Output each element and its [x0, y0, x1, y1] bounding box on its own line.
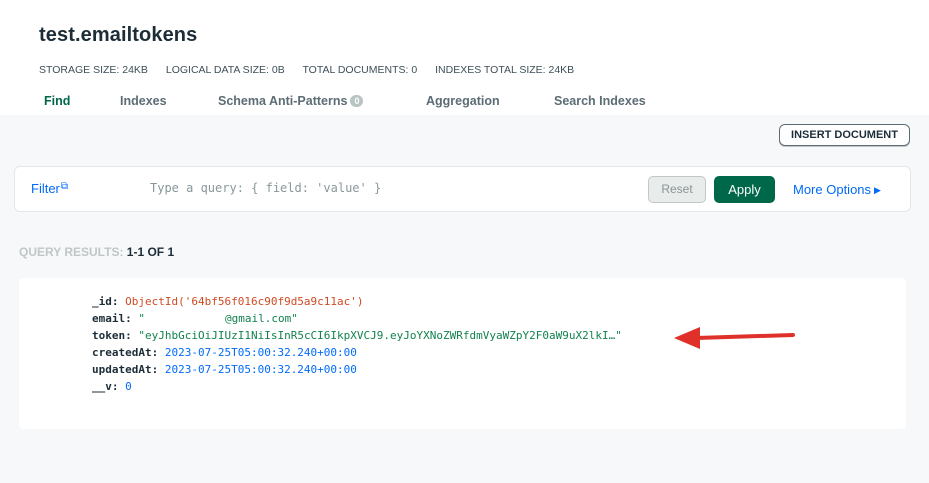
redacted-block	[145, 312, 225, 323]
field-key: token:	[92, 329, 132, 342]
apply-button[interactable]: Apply	[714, 176, 775, 203]
storage-size: STORAGE SIZE: 24KB	[39, 64, 148, 76]
tab-indexes-label: Indexes	[120, 94, 167, 108]
field-value: 2023-07-25T05:00:32.240+00:00	[164, 363, 357, 376]
caret-right-icon: ▶	[874, 185, 881, 195]
filter-label: Filter	[31, 181, 60, 196]
tab-schema-label: Schema Anti-Patterns	[218, 94, 348, 108]
query-results-prefix: QUERY RESULTS:	[19, 245, 127, 259]
field-version: __v: 0	[92, 380, 132, 393]
field-value-suffix: @gmail.com"	[225, 312, 298, 325]
tab-search-indexes-label: Search Indexes	[554, 94, 646, 108]
field-createdAt: createdAt: 2023-07-25T05:00:32.240+00:00	[92, 346, 357, 359]
query-bar: Filter⧉ Reset Apply More Options▶	[14, 166, 911, 212]
tab-search-indexes[interactable]: Search Indexes	[554, 94, 646, 108]
total-documents: TOTAL DOCUMENTS: 0	[302, 64, 418, 76]
reset-button[interactable]: Reset	[648, 176, 706, 203]
query-input[interactable]	[150, 181, 630, 195]
field-value: "	[138, 312, 145, 325]
tab-aggregation[interactable]: Aggregation	[426, 94, 500, 108]
field-key: email:	[92, 312, 132, 325]
more-options-button[interactable]: More Options ▶	[793, 182, 881, 197]
more-options-label: More Options	[793, 182, 872, 197]
collection-title: test.emailtokens	[39, 24, 198, 46]
anti-patterns-count-badge: 0	[350, 95, 364, 107]
field-token: token: "eyJhbGciOiJIUzI1NiIsInR5cCI6IkpX…	[92, 329, 622, 342]
field-value: ObjectId('64bf56f016c90f9d5a9c11ac')	[125, 295, 364, 308]
filter-link[interactable]: Filter⧉	[31, 181, 68, 196]
field-email: email: " @gmail.com"	[92, 312, 298, 325]
field-value: 0	[125, 380, 132, 393]
collection-header: test.emailtokens STORAGE SIZE: 24KB LOGI…	[0, 0, 929, 115]
field-updatedAt: updatedAt: 2023-07-25T05:00:32.240+00:00	[92, 363, 357, 376]
field-key: _id:	[92, 295, 119, 308]
field-id: _id: ObjectId('64bf56f016c90f9d5a9c11ac'…	[92, 295, 364, 308]
insert-document-button[interactable]: INSERT DOCUMENT	[779, 124, 910, 146]
indexes-total-size: INDEXES TOTAL SIZE: 24KB	[435, 64, 575, 76]
tab-find-label: Find	[44, 94, 71, 108]
tab-aggregation-label: Aggregation	[426, 94, 500, 108]
collection-tabs: Find Indexes Schema Anti-Patterns 0 Aggre…	[0, 90, 929, 115]
collection-stats: STORAGE SIZE: 24KB LOGICAL DATA SIZE: 0B…	[39, 64, 589, 76]
tab-find[interactable]: Find	[44, 94, 70, 108]
field-value: "eyJhbGciOiJIUzI1NiIsInR5cCI6IkpXVCJ9.ey…	[138, 329, 622, 342]
field-value: 2023-07-25T05:00:32.240+00:00	[164, 346, 357, 359]
tab-indexes[interactable]: Indexes	[120, 94, 167, 108]
query-results-range: 1-1 OF 1	[126, 245, 175, 259]
field-key: updatedAt:	[92, 363, 159, 376]
field-key: __v:	[92, 380, 119, 393]
query-results-label: QUERY RESULTS: 1-1 OF 1	[19, 245, 174, 259]
tab-schema-anti-patterns[interactable]: Schema Anti-Patterns 0	[218, 94, 364, 108]
logical-data-size: LOGICAL DATA SIZE: 0B	[165, 64, 285, 76]
external-link-icon: ⧉	[60, 181, 69, 192]
field-key: createdAt:	[92, 346, 159, 359]
document-card[interactable]: _id: ObjectId('64bf56f016c90f9d5a9c11ac'…	[19, 278, 906, 429]
annotation-arrow-icon	[674, 327, 795, 349]
